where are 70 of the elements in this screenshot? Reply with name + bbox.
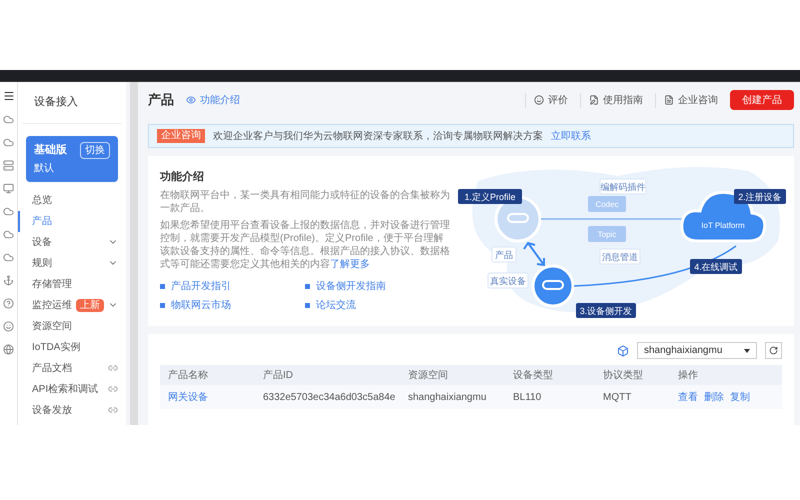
sidebar-item[interactable]: 监控运维 上新 — [18, 294, 126, 316]
row-action-link[interactable]: 复制 — [730, 390, 750, 404]
sidebar-item-label: IoTDA实例 — [32, 340, 80, 354]
plugin-tag: 编解码插件 — [600, 178, 646, 194]
edition-card[interactable]: 基础版 切换 默认 — [26, 136, 118, 182]
guide-link[interactable]: 产品开发指引 — [160, 279, 305, 294]
sidebar-item[interactable]: 存储管理 — [18, 274, 126, 294]
table-header-cell: 设备类型 — [505, 365, 595, 385]
table-cell: 6332e5703ec34a6d03c5a84e — [255, 385, 400, 409]
intro-link[interactable]: 功能介绍 — [186, 92, 240, 108]
learn-more-link[interactable]: 了解更多 — [330, 259, 370, 270]
edition-subtitle: 默认 — [34, 162, 55, 176]
sidebar-item[interactable]: 资源空间 — [18, 316, 126, 336]
header-link[interactable]: 企业咨询 — [655, 92, 718, 108]
step-label: 4.在线调试 — [690, 259, 742, 274]
sidebar-item[interactable]: IoTDA实例 — [18, 336, 126, 358]
intro-paragraph: 如果您希望使用平台查看设备上报的数据信息，并对设备进行管理控制，就需要开发产品模型(Profile)。定义Profile，便于平台理解该款设备支持的属性、命令等信息。根据产品的接入协议、数据格式等可能还需要您定义其他相关的内容了解更多 — [160, 219, 450, 272]
header-link[interactable]: 评价 — [525, 92, 568, 108]
switch-button[interactable]: 切换 — [80, 142, 110, 158]
consult-tag: 企业咨询 — [157, 129, 205, 143]
guide-link[interactable]: 论坛交流 — [305, 298, 450, 314]
device-tag: 真实设备 — [488, 272, 528, 288]
sidebar-item-label: 设备 — [32, 236, 52, 250]
header-link[interactable]: 使用指南 — [580, 92, 643, 108]
edition-name: 基础版 — [34, 142, 67, 158]
sidebar-item-label: 监控运维 — [32, 298, 72, 312]
product-tag: 产品 — [492, 246, 516, 262]
step-label: 2.注册设备 — [734, 189, 786, 204]
guide-link[interactable]: 设备侧开发指南 — [305, 279, 450, 294]
space-select[interactable]: shanghaixiangmu — [637, 342, 757, 359]
banner-text: 欢迎企业客户与我们华为云物联网资深专家联系，洽询专属物联网解决方案 — [213, 130, 543, 144]
table-header-cell: 产品ID — [255, 365, 400, 385]
sidebar-item[interactable]: 规则 — [18, 252, 126, 274]
new-badge: 上新 — [76, 298, 104, 312]
row-action-link[interactable]: 删除 — [704, 390, 724, 404]
sidebar-item[interactable]: 设备发放 — [18, 400, 126, 420]
sidebar-item[interactable]: 设备 — [18, 232, 126, 252]
step-label: 1.定义Profile — [458, 189, 522, 204]
sidebar-item-label: API检索和调试 — [32, 382, 98, 396]
sidebar-item-label: 总览 — [32, 194, 52, 208]
sidebar-item[interactable]: API检索和调试 — [18, 378, 126, 400]
sidebar-item-label: 设备发放 — [32, 404, 72, 418]
pipe-tag: 消息管道 — [600, 248, 640, 264]
table-cell[interactable]: 网关设备 — [160, 385, 255, 409]
sidebar-item[interactable]: 产品 — [18, 210, 126, 232]
sidebar-item-label: 产品 — [32, 214, 52, 228]
table-header-cell: 操作 — [670, 365, 782, 385]
topic-box: Topic — [588, 226, 626, 242]
guide-link[interactable]: 物联网云市场 — [160, 298, 305, 314]
table-cell: shanghaixiangmu — [400, 385, 505, 409]
intro-paragraph: 在物联网平台中，某一类具有相同能力或特征的设备的合集被称为一款产品。 — [160, 189, 450, 216]
create-product-button[interactable]: 创建产品 — [730, 90, 794, 110]
table-cell: MQTT — [595, 385, 670, 409]
sidebar-item[interactable]: 产品文档 — [18, 358, 126, 378]
intro-title: 功能介绍 — [160, 170, 205, 185]
sidebar-item-label: 产品文档 — [32, 362, 72, 376]
codec-box: Codec — [588, 196, 626, 212]
sidebar-title: 设备接入 — [22, 94, 122, 124]
sidebar-item[interactable]: 总览 — [18, 190, 126, 210]
table-cell: BL110 — [505, 385, 595, 409]
contact-link[interactable]: 立即联系 — [551, 128, 591, 144]
table-header-cell: 协议类型 — [595, 365, 670, 385]
step-label: 3.设备侧开发 — [576, 303, 636, 318]
sidebar-item-label: 存储管理 — [32, 278, 72, 292]
table-header-cell: 资源空间 — [400, 365, 505, 385]
page-title: 产品 — [148, 91, 174, 110]
sidebar-item-label: 资源空间 — [32, 320, 72, 334]
sidebar-item-label: 规则 — [32, 256, 52, 270]
table-header-cell: 产品名称 — [160, 365, 255, 385]
row-action-link[interactable]: 查看 — [678, 390, 698, 404]
